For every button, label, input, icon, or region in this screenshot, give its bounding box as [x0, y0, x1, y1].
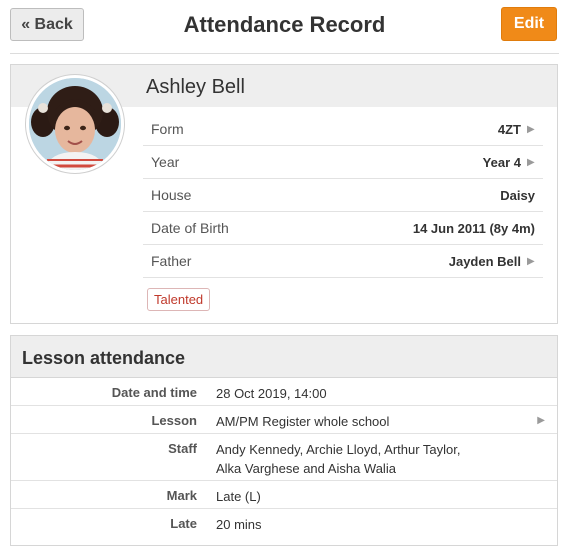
detail-label: Form [151, 121, 184, 137]
page-title: Attendance Record [183, 12, 386, 37]
detail-value: 4ZT [497, 121, 521, 137]
detail-row-form[interactable]: Form 4ZT ▶ [143, 113, 543, 146]
lesson-value: Late (L) [216, 489, 261, 504]
chevron-right-icon: ▶ [527, 156, 535, 168]
lesson-value: AM/PM Register whole school [216, 414, 390, 429]
student-details: Form 4ZT ▶ Year Year 4 ▶ House Daisy Date … [143, 113, 543, 278]
detail-value: Daisy [500, 187, 535, 203]
top-bar: « Back Attendance Record Edit [0, 0, 569, 54]
lesson-value: Andy Kennedy, Archie Lloyd, Arthur Taylo… [216, 442, 461, 476]
student-avatar [26, 75, 124, 173]
detail-row-house: House Daisy [143, 179, 543, 212]
lesson-key: Date and time [111, 385, 197, 400]
lesson-row-date-time: Date and time 28 Oct 2019, 14:00 [11, 378, 557, 406]
edit-button[interactable]: Edit [501, 7, 557, 41]
lesson-key: Staff [168, 441, 197, 456]
lesson-row-staff: Staff Andy Kennedy, Archie Lloyd, Arthur… [11, 434, 557, 481]
lesson-attendance-panel: Lesson attendance Date and time 28 Oct 2… [10, 335, 558, 546]
lesson-row-late: Late 20 mins [11, 509, 557, 537]
student-photo [29, 78, 121, 170]
detail-row-year[interactable]: Year Year 4 ▶ [143, 146, 543, 179]
chevron-right-icon: ▶ [527, 123, 535, 135]
lesson-value: 20 mins [216, 517, 262, 532]
detail-value: 14 Jun 2011 (8y 4m) [412, 220, 535, 236]
back-button[interactable]: « Back [10, 8, 84, 41]
lesson-value: 28 Oct 2019, 14:00 [216, 386, 327, 401]
chevron-right-icon: ▶ [537, 415, 545, 426]
lesson-row-lesson[interactable]: Lesson AM/PM Register whole school ▶ [11, 406, 557, 434]
header-divider [10, 53, 559, 54]
detail-label: Year [151, 154, 180, 170]
detail-label: Father [151, 253, 192, 269]
chevron-right-icon: ▶ [527, 255, 535, 267]
detail-row-father[interactable]: Father Jayden Bell ▶ [143, 245, 543, 278]
detail-value: Year 4 [482, 154, 521, 170]
student-name: Ashley Bell [146, 76, 245, 98]
detail-row-date-of-birth: Date of Birth 14 Jun 2011 (8y 4m) [143, 212, 543, 245]
detail-value: Jayden Bell [448, 253, 521, 269]
talented-badge: Talented [147, 288, 211, 311]
detail-label: Date of Birth [151, 220, 229, 236]
student-profile-panel: Ashley Bell Form 4ZT ▶ Year Year 4 ▶ Hou… [10, 64, 558, 324]
lesson-key: Mark [166, 488, 197, 503]
lesson-key: Lesson [151, 413, 197, 428]
lesson-row-mark: Mark Late (L) [11, 481, 557, 509]
detail-label: House [151, 187, 192, 203]
lesson-attendance-title: Lesson attendance [11, 336, 557, 378]
lesson-key: Late [170, 516, 197, 531]
